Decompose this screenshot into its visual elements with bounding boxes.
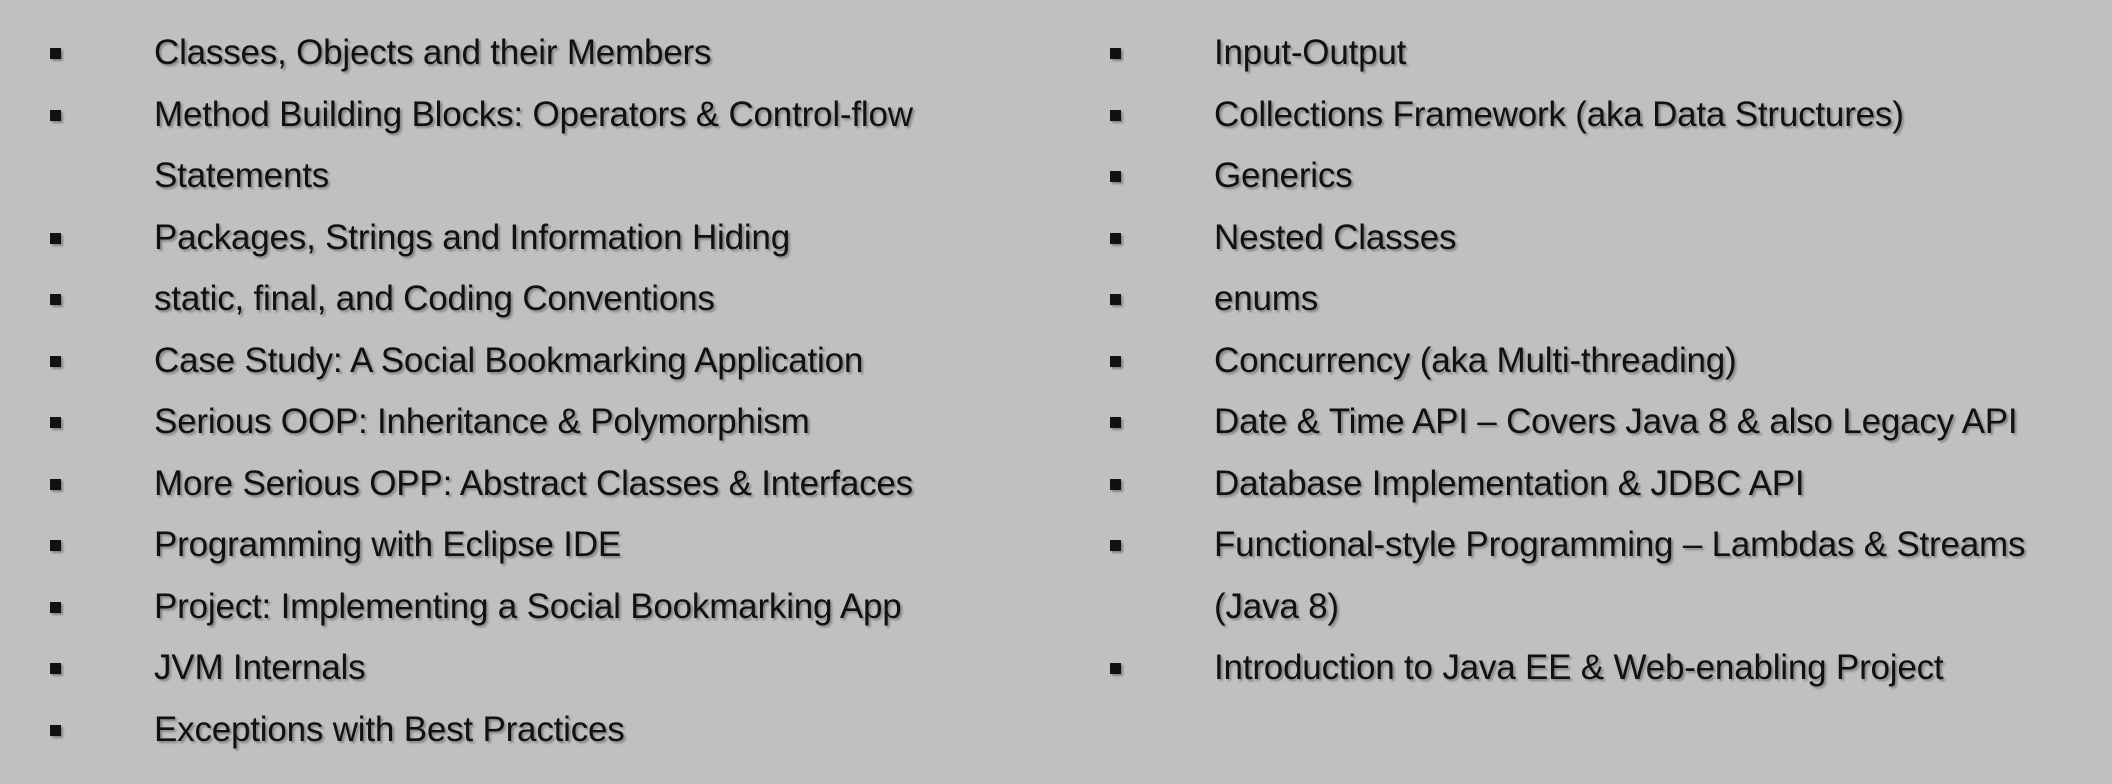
- square-bullet-icon: [50, 48, 61, 59]
- square-bullet-icon: [50, 601, 61, 613]
- square-bullet-icon: [1110, 417, 1121, 428]
- list-item: Collections Framework (aka Data Structur…: [1104, 84, 2104, 146]
- list-item: Generics: [1104, 145, 2104, 207]
- list-item: Method Building Blocks: Operators & Cont…: [44, 84, 1064, 207]
- list-item-text: Introduction to Java EE & Web-enabling P…: [1214, 648, 1944, 687]
- list-item-text: Input-Output: [1214, 33, 1407, 72]
- topics-list-right: Input-Output Collections Framework (aka …: [1104, 22, 2104, 699]
- square-bullet-icon: [1110, 478, 1121, 490]
- list-item-text: Collections Framework (aka Data Structur…: [1214, 94, 1904, 134]
- list-item-text: Packages, Strings and Information Hiding: [154, 217, 790, 257]
- list-item-text: Functional-style Programming – Lambdas &…: [1214, 525, 2026, 626]
- list-item: Nested Classes: [1104, 207, 2104, 269]
- list-item-text: JVM Internals: [154, 648, 366, 687]
- square-bullet-icon: [50, 540, 61, 551]
- list-item-text: Database Implementation & JDBC API: [1214, 463, 1805, 503]
- list-item: Programming with Eclipse IDE: [44, 514, 1064, 576]
- list-item: More Serious OPP: Abstract Classes & Int…: [44, 453, 1064, 515]
- list-item-text: Generics: [1214, 156, 1353, 195]
- list-item-text: static, final, and Coding Conventions: [154, 279, 715, 318]
- list-item: Serious OOP: Inheritance & Polymorphism: [44, 391, 1064, 453]
- square-bullet-icon: [50, 417, 61, 428]
- square-bullet-icon: [1110, 171, 1121, 182]
- list-item: Input-Output: [1104, 22, 2104, 84]
- list-item-text: Concurrency (aka Multi-threading): [1214, 340, 1737, 380]
- square-bullet-icon: [50, 724, 61, 736]
- list-item: Packages, Strings and Information Hiding: [44, 207, 1064, 269]
- square-bullet-icon: [50, 478, 61, 490]
- topics-list-left: Classes, Objects and their Members Metho…: [44, 22, 1064, 760]
- square-bullet-icon: [50, 232, 61, 244]
- list-item: Introduction to Java EE & Web-enabling P…: [1104, 637, 2104, 699]
- list-item: Case Study: A Social Bookmarking Applica…: [44, 330, 1064, 392]
- list-item: Project: Implementing a Social Bookmarki…: [44, 576, 1064, 638]
- list-item: Exceptions with Best Practices: [44, 699, 1064, 761]
- list-item: Functional-style Programming – Lambdas &…: [1104, 514, 2104, 637]
- list-item-text: Serious OOP: Inheritance & Polymorphism: [154, 402, 810, 441]
- square-bullet-icon: [1110, 294, 1121, 305]
- square-bullet-icon: [50, 355, 61, 367]
- square-bullet-icon: [50, 294, 61, 305]
- square-bullet-icon: [1110, 355, 1121, 367]
- list-item: Date & Time API – Covers Java 8 & also L…: [1104, 391, 2104, 453]
- square-bullet-icon: [1110, 109, 1121, 121]
- square-bullet-icon: [50, 109, 61, 121]
- list-item: Database Implementation & JDBC API: [1104, 453, 2104, 515]
- list-item-text: Programming with Eclipse IDE: [154, 525, 622, 564]
- list-item: static, final, and Coding Conventions: [44, 268, 1064, 330]
- square-bullet-icon: [1110, 540, 1121, 551]
- list-item-text: Classes, Objects and their Members: [154, 33, 712, 72]
- list-item: Classes, Objects and their Members: [44, 22, 1064, 84]
- list-item-text: Case Study: A Social Bookmarking Applica…: [154, 340, 864, 380]
- square-bullet-icon: [1110, 663, 1121, 674]
- list-item: JVM Internals: [44, 637, 1064, 699]
- list-item-text: Nested Classes: [1214, 217, 1457, 257]
- list-item-text: Date & Time API – Covers Java 8 & also L…: [1214, 402, 2018, 441]
- list-item-text: More Serious OPP: Abstract Classes & Int…: [154, 463, 913, 503]
- list-item-text: enums: [1214, 279, 1319, 318]
- list-item: enums: [1104, 268, 2104, 330]
- list-item: Concurrency (aka Multi-threading): [1104, 330, 2104, 392]
- list-item-text: Method Building Blocks: Operators & Cont…: [154, 94, 913, 196]
- square-bullet-icon: [50, 663, 61, 674]
- list-item-text: Project: Implementing a Social Bookmarki…: [154, 586, 902, 626]
- list-item-text: Exceptions with Best Practices: [154, 709, 625, 749]
- square-bullet-icon: [1110, 232, 1121, 244]
- slide: Classes, Objects and their Members Metho…: [0, 0, 2112, 784]
- square-bullet-icon: [1110, 48, 1121, 59]
